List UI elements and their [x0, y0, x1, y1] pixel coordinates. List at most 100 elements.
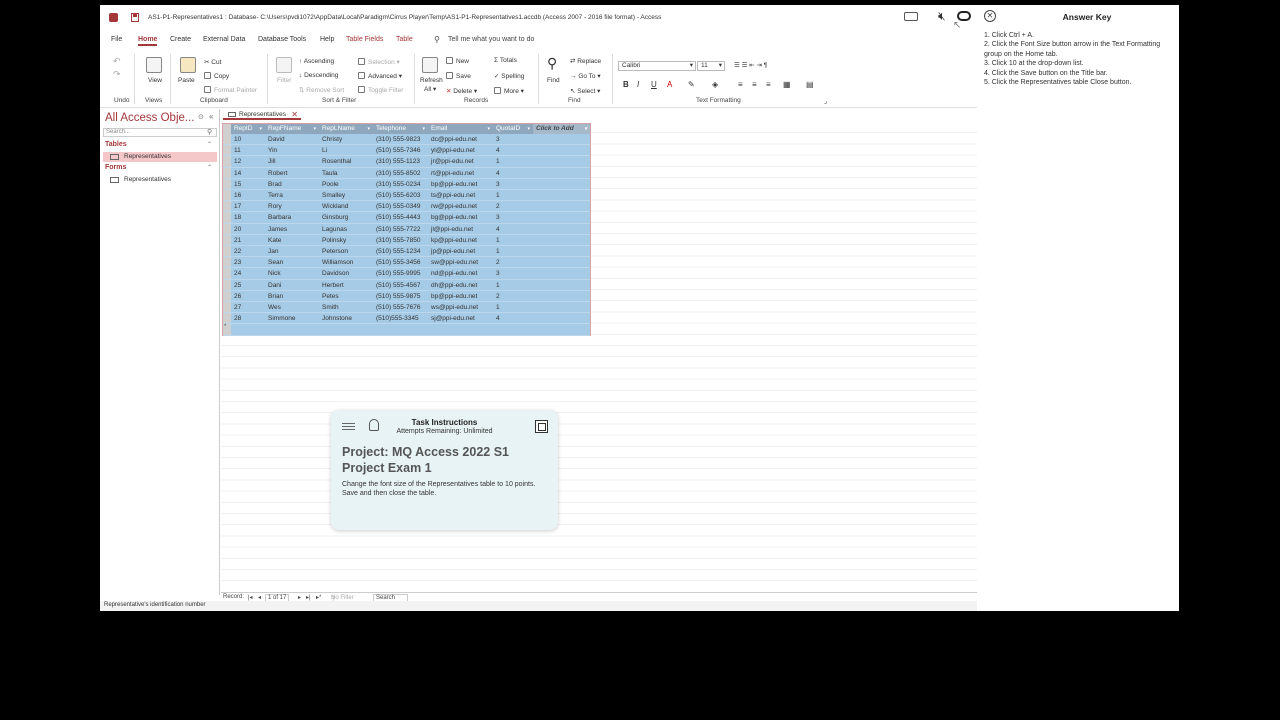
alt-row-color-icon[interactable]: ▤	[806, 80, 814, 89]
table-cell[interactable]: ts@ppi-edu.net	[428, 190, 493, 201]
table-cell[interactable]: Peterson	[319, 246, 373, 257]
dialog-launcher-icon[interactable]: ⌟	[824, 97, 827, 105]
first-record-icon[interactable]: |◂	[248, 594, 253, 601]
nav-table-representatives[interactable]: Representatives	[103, 152, 217, 162]
table-cell[interactable]: 17	[231, 201, 265, 212]
new-record-row[interactable]: *	[223, 324, 590, 336]
table-cell[interactable]: 4	[493, 224, 533, 235]
column-dropdown-icon[interactable]: ▾	[422, 124, 425, 134]
paste-button[interactable]: Paste	[178, 77, 195, 84]
table-row[interactable]: 25 Dani Herbert (510) 555-4567 dh@ppi-edu.ne…	[223, 280, 590, 291]
table-cell[interactable]: 16	[231, 190, 265, 201]
tab-table[interactable]: Table	[396, 36, 413, 43]
table-cell[interactable]: jl@ppi-edu.net	[428, 224, 493, 235]
table-cell[interactable]: 11	[231, 145, 265, 156]
gridlines-icon[interactable]: ▦	[783, 80, 791, 89]
advanced-button[interactable]: Advanced ▾	[358, 72, 402, 80]
fill-color-icon[interactable]: ◈	[712, 80, 718, 89]
column-header[interactable]: RepID ▾	[231, 124, 265, 134]
table-row[interactable]: 10 David Christy (310) 555-9823 dc@ppi-edu.n…	[223, 134, 590, 146]
tab-database-tools[interactable]: Database Tools	[258, 36, 306, 43]
save-record-button[interactable]: Save	[446, 72, 471, 80]
table-cell[interactable]: Taula	[319, 168, 373, 179]
table-row[interactable]: 26 Brian Petes (510) 555-9875 bp@ppi-edu.net…	[223, 291, 590, 302]
column-header[interactable]: Telephone ▾	[373, 124, 428, 134]
collapse-icon[interactable]: ⌃	[207, 141, 212, 148]
table-cell[interactable]: 20	[231, 224, 265, 235]
table-cell[interactable]: Davidson	[319, 268, 373, 279]
more-button[interactable]: More ▾	[494, 87, 524, 95]
mute-icon[interactable]: 🔇︎	[938, 9, 946, 24]
highlight-icon[interactable]: ✎	[688, 80, 695, 89]
table-row[interactable]: 16 Terra Smalley (510) 555-6203 ts@ppi-edu.n…	[223, 190, 590, 202]
nav-options-icon[interactable]: ⊙	[198, 113, 204, 121]
column-header[interactable]: RepFName ▾	[265, 124, 319, 134]
new-record-button[interactable]: New	[446, 57, 469, 65]
totals-button[interactable]: Σ Totals	[494, 57, 517, 64]
delete-record-button[interactable]: ✕ Delete ▾	[446, 87, 477, 95]
spelling-button[interactable]: ✓ Spelling	[494, 72, 524, 80]
table-cell[interactable]: 18	[231, 212, 265, 223]
table-cell[interactable]: 12	[231, 156, 265, 167]
font-size-select[interactable]: 11 ▾	[697, 61, 725, 71]
table-cell[interactable]: Jan	[265, 246, 319, 257]
tables-group-header[interactable]: Tables	[105, 141, 127, 148]
table-cell[interactable]: 1	[493, 235, 533, 246]
table-cell[interactable]: 4	[493, 168, 533, 179]
table-cell[interactable]: Wickland	[319, 201, 373, 212]
table-cell[interactable]: Yin	[265, 145, 319, 156]
filter-icon[interactable]	[276, 57, 292, 73]
table-cell[interactable]: Simmone	[265, 313, 319, 324]
table-cell[interactable]: (310) 555-9823	[373, 134, 428, 145]
column-header[interactable]: QuotaID ▾	[493, 124, 533, 134]
table-row[interactable]: 28 Simmone Johnstone (510)555-3345 sj@ppi-ed…	[223, 313, 590, 325]
bold-button[interactable]: B	[623, 80, 629, 89]
tab-table-fields[interactable]: Table Fields	[346, 36, 383, 43]
table-cell[interactable]: jp@ppi-edu.net	[428, 246, 493, 257]
table-cell[interactable]: James	[265, 224, 319, 235]
column-header[interactable]: RepLName ▾	[319, 124, 373, 134]
keyboard-icon[interactable]	[904, 12, 918, 21]
table-cell[interactable]: 23	[231, 257, 265, 268]
table-cell[interactable]: Polinsky	[319, 235, 373, 246]
table-cell[interactable]: 14	[231, 168, 265, 179]
table-cell[interactable]: 3	[493, 212, 533, 223]
table-row[interactable]: 22 Jan Peterson (510) 555-1234 jp@ppi-edu.ne…	[223, 246, 590, 258]
table-cell[interactable]: Li	[319, 145, 373, 156]
column-dropdown-icon[interactable]: ▾	[367, 124, 370, 134]
table-cell[interactable]: 1	[493, 302, 533, 313]
table-row[interactable]: 23 Sean Williamson (510) 555-3456 sw@ppi-edu…	[223, 257, 590, 269]
tell-me-input[interactable]: Tell me what you want to do	[448, 36, 534, 43]
table-cell[interactable]: Jill	[265, 156, 319, 167]
toggle-filter-button[interactable]: Toggle Filter	[358, 86, 403, 94]
copy-button[interactable]: Copy	[204, 72, 229, 80]
table-cell[interactable]: 26	[231, 291, 265, 302]
prev-record-icon[interactable]: ◂	[258, 594, 261, 601]
table-row[interactable]: 14 Robert Taula (310) 555-8502 rt@ppi-edu.ne…	[223, 168, 590, 179]
table-cell[interactable]: Barbara	[265, 212, 319, 223]
table-cell[interactable]: (310) 555-8502	[373, 168, 428, 179]
table-cell[interactable]: (310) 555-1123	[373, 156, 428, 167]
table-cell[interactable]: jr@ppi-edu.net	[428, 156, 493, 167]
table-cell[interactable]: Poole	[319, 179, 373, 190]
table-cell[interactable]: Rory	[265, 201, 319, 212]
table-cell[interactable]: Williamson	[319, 257, 373, 268]
table-cell[interactable]: (510) 555-6203	[373, 190, 428, 201]
table-cell[interactable]: Brad	[265, 179, 319, 190]
table-cell[interactable]: 27	[231, 302, 265, 313]
table-row[interactable]: 20 James Lagunas (510) 555-7722 jl@ppi-edu.n…	[223, 224, 590, 235]
cut-button[interactable]: ✂ Cut	[204, 58, 221, 66]
new-record-nav-icon[interactable]: ▸*	[316, 594, 321, 601]
table-row[interactable]: 24 Nick Davidson (510) 555-9995 nd@ppi-edu.n…	[223, 268, 590, 280]
table-cell[interactable]: Johnstone	[319, 313, 373, 324]
table-cell[interactable]: Herbert	[319, 280, 373, 291]
table-cell[interactable]: (510) 555-7346	[373, 145, 428, 156]
collapse-icon[interactable]: ⌃	[207, 164, 212, 171]
table-row[interactable]: 15 Brad Poole (310) 555-0234 bp@ppi-edu.net 3	[223, 179, 590, 190]
font-name-select[interactable]: Calibri ▾	[618, 61, 696, 71]
table-cell[interactable]: Ginsburg	[319, 212, 373, 223]
table-cell[interactable]: (510) 555-7722	[373, 224, 428, 235]
save-icon[interactable]	[131, 13, 139, 22]
tab-help[interactable]: Help	[320, 36, 334, 43]
table-cell[interactable]: 24	[231, 268, 265, 279]
